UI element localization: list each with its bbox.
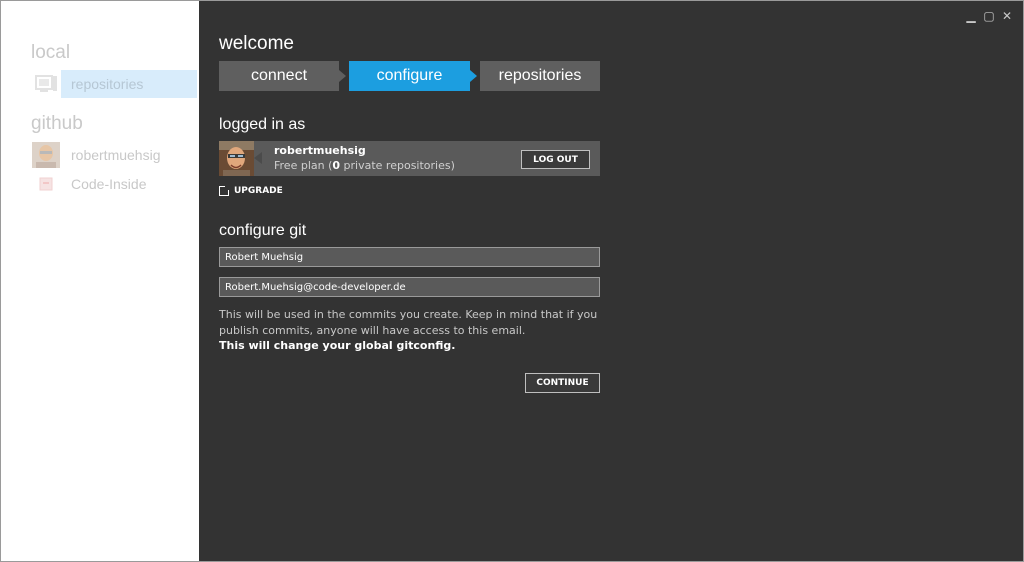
plan-suffix: private repositories) <box>340 159 455 172</box>
logged-in-heading: logged in as <box>219 116 306 133</box>
user-card: robertmuehsig Free plan (0 private repos… <box>219 141 600 176</box>
sidebar-item-label: Code-Inside <box>71 176 147 192</box>
upgrade-link[interactable]: UPGRADE <box>219 185 283 196</box>
page-title: welcome <box>219 33 294 54</box>
maximize-icon[interactable]: ▢ <box>983 9 995 23</box>
step-configure[interactable]: configure <box>349 61 470 91</box>
app-window: local repositories github robertmuehsig … <box>0 0 1024 562</box>
external-link-icon <box>219 185 230 196</box>
computer-icon <box>31 70 61 98</box>
minimize-icon[interactable]: ▁ <box>965 9 977 23</box>
user-plan: Free plan (0 private repositories) <box>274 159 455 172</box>
plan-prefix: Free plan ( <box>274 159 333 172</box>
sidebar-item-label: repositories <box>71 76 144 92</box>
sidebar-heading-local: local <box>31 42 71 63</box>
sidebar-item-label: robertmuehsig <box>71 147 161 163</box>
email-note: This will be used in the commits you cre… <box>219 308 598 337</box>
upgrade-label: UPGRADE <box>234 186 283 196</box>
sidebar: local repositories github robertmuehsig … <box>1 1 199 561</box>
step-arrow <box>470 70 477 82</box>
sidebar-item-robertmuehsig[interactable]: robertmuehsig <box>31 141 197 169</box>
window-controls: ▁ ▢ ✕ <box>965 9 1013 23</box>
wizard-steps: connect configure repositories <box>219 61 600 91</box>
user-name: robertmuehsig <box>274 144 366 157</box>
step-arrow <box>339 70 346 82</box>
continue-button[interactable]: CONTINUE <box>525 373 600 393</box>
step-connect[interactable]: connect <box>219 61 339 91</box>
close-icon[interactable]: ✕ <box>1001 9 1013 23</box>
private-repo-count: 0 <box>332 159 341 172</box>
gitconfig-warning: This will change your global gitconfig. <box>219 339 456 352</box>
log-out-button[interactable]: LOG OUT <box>521 150 590 169</box>
main-panel: ▁ ▢ ✕ welcome connect configure reposito… <box>199 1 1023 561</box>
sidebar-item-code-inside[interactable]: Code-Inside <box>31 170 197 198</box>
organization-icon <box>31 170 61 198</box>
user-avatar <box>31 141 61 169</box>
configure-git-heading: configure git <box>219 222 307 239</box>
sidebar-heading-github: github <box>31 113 83 134</box>
sidebar-item-repositories[interactable]: repositories <box>31 70 197 98</box>
git-name-field[interactable] <box>219 247 600 267</box>
step-repositories[interactable]: repositories <box>480 61 600 91</box>
card-notch <box>254 152 262 164</box>
user-avatar <box>219 141 254 176</box>
git-email-field[interactable] <box>219 277 600 297</box>
